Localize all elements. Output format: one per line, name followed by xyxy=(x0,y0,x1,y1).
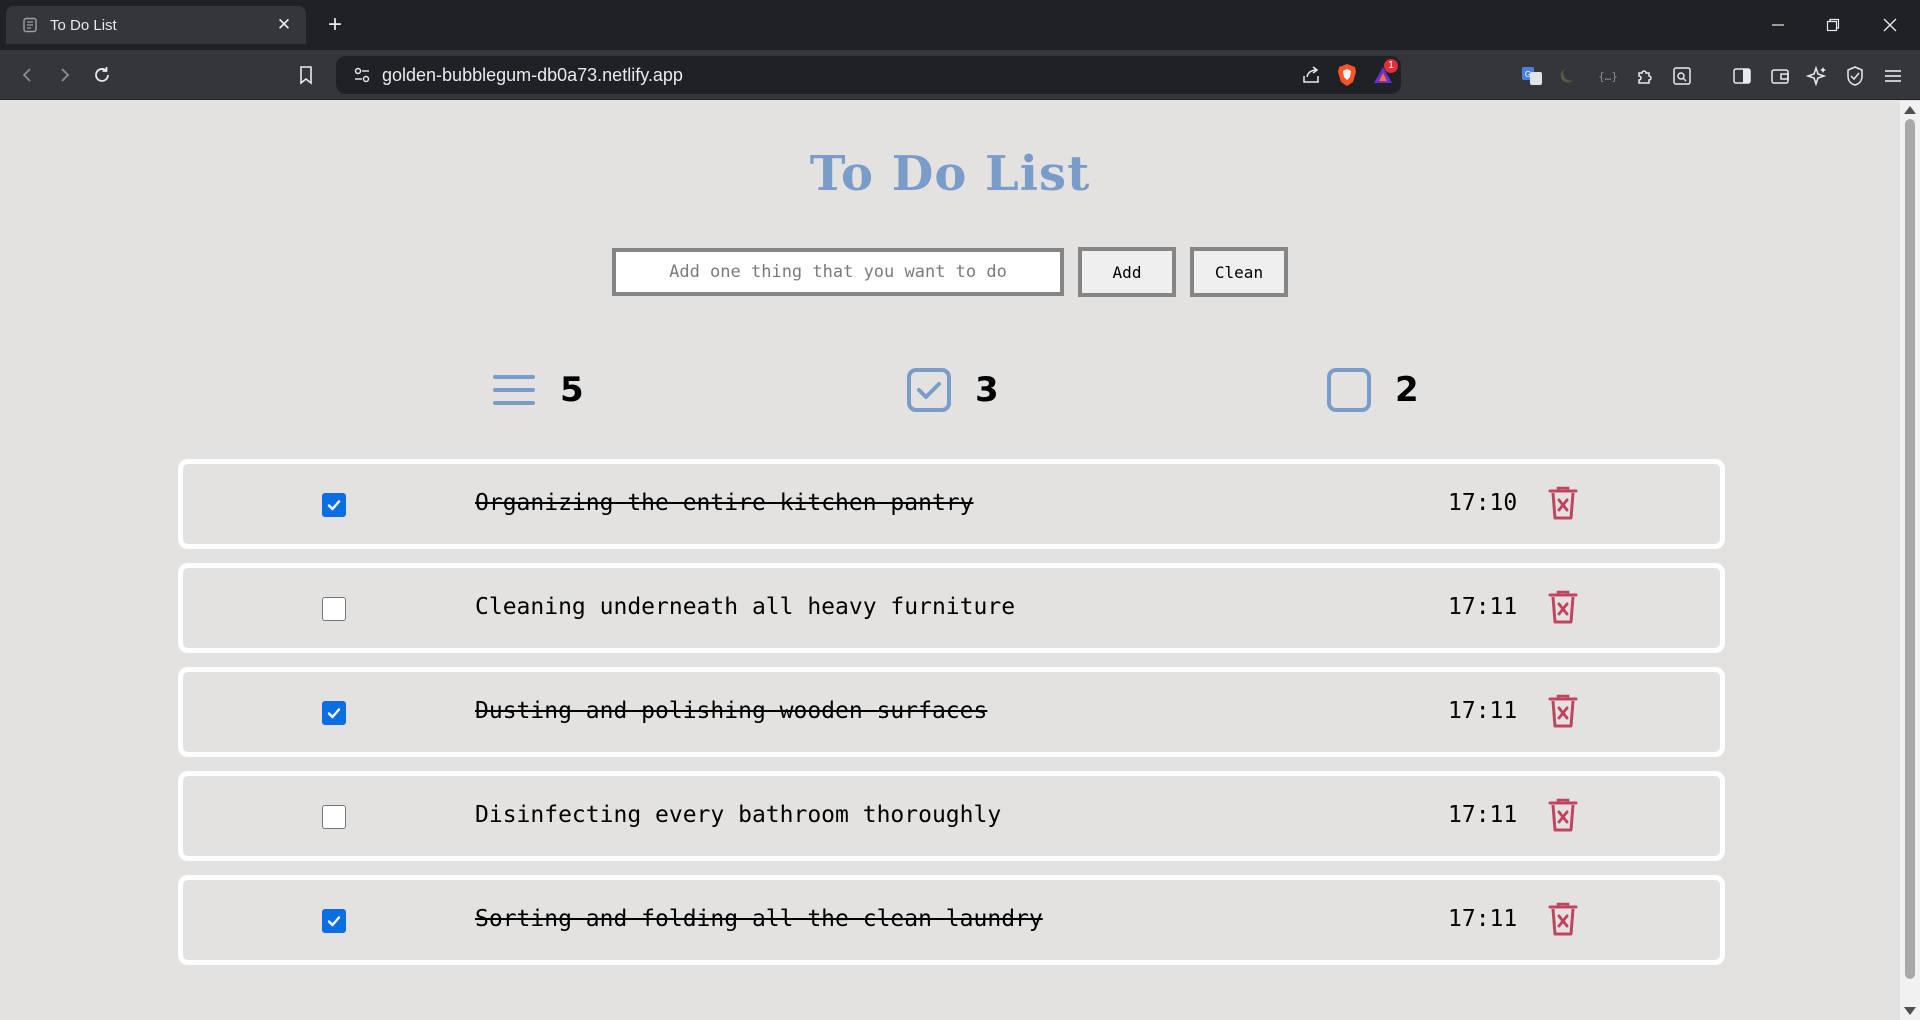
document-icon xyxy=(22,17,38,33)
browser-tab-bar: To Do List ✕ + xyxy=(0,0,1920,50)
delete-icon[interactable] xyxy=(1545,587,1581,627)
address-bar[interactable]: golden-bubblegum-db0a73.netlify.app 1 xyxy=(336,56,1401,94)
task-time: 17:11 xyxy=(1448,698,1518,724)
back-icon[interactable] xyxy=(14,61,42,89)
delete-icon[interactable] xyxy=(1545,795,1581,835)
tab-title: To Do List xyxy=(50,16,117,34)
reload-icon[interactable] xyxy=(88,61,116,89)
scroll-down-icon[interactable] xyxy=(1904,1007,1916,1015)
empty-box-icon xyxy=(1325,366,1373,414)
delete-icon[interactable] xyxy=(1545,899,1581,939)
brave-rewards-icon[interactable]: 1 xyxy=(1365,56,1401,94)
dark-mode-icon[interactable] xyxy=(1555,62,1583,90)
task-text: Disinfecting every bathroom thoroughly xyxy=(475,802,1002,828)
done-count: 3 xyxy=(975,370,999,410)
total-count: 5 xyxy=(560,370,584,410)
task-time: 17:11 xyxy=(1448,594,1518,620)
task-checkbox[interactable] xyxy=(322,909,346,933)
task-time: 17:11 xyxy=(1448,906,1518,932)
task-checkbox[interactable] xyxy=(322,597,346,621)
stat-pending: 2 xyxy=(1325,365,1419,415)
checked-box-icon xyxy=(905,366,953,414)
delete-icon[interactable] xyxy=(1545,691,1581,731)
restore-button[interactable] xyxy=(1813,10,1853,40)
vpn-shield-icon[interactable] xyxy=(1841,62,1869,90)
scroll-up-icon[interactable] xyxy=(1904,106,1916,114)
task-checkbox[interactable] xyxy=(322,493,346,517)
translate-icon[interactable]: G xyxy=(1518,62,1546,90)
task-text: Cleaning underneath all heavy furniture xyxy=(475,594,1016,620)
task-text: Sorting and folding all the clean laundr… xyxy=(475,906,1043,932)
delete-icon[interactable] xyxy=(1545,483,1581,523)
task-checkbox[interactable] xyxy=(322,805,346,829)
code-extension-icon[interactable]: {…} xyxy=(1594,62,1622,90)
clean-button[interactable]: Clean xyxy=(1190,247,1288,297)
svg-text:G: G xyxy=(1525,70,1531,79)
scrollbar[interactable] xyxy=(1900,101,1920,1020)
close-window-button[interactable] xyxy=(1870,10,1910,40)
wallet-icon[interactable] xyxy=(1766,62,1794,90)
pending-count: 2 xyxy=(1395,370,1419,410)
browser-tab[interactable]: To Do List ✕ xyxy=(6,6,306,44)
notification-badge: 1 xyxy=(1384,59,1398,73)
task-input[interactable] xyxy=(612,248,1064,296)
task-time: 17:10 xyxy=(1448,490,1518,516)
task-time: 17:11 xyxy=(1448,802,1518,828)
task-text: Dusting and polishing wooden surfaces xyxy=(475,698,988,724)
share-icon[interactable] xyxy=(1293,56,1329,94)
site-settings-icon[interactable] xyxy=(342,56,382,94)
page-content: To Do List Add Clean 5 3 2 Organizing th… xyxy=(0,101,1900,1020)
stat-total: 5 xyxy=(490,365,584,415)
new-tab-button[interactable]: + xyxy=(322,12,348,38)
task-row: Disinfecting every bathroom thoroughly 1… xyxy=(178,771,1725,861)
stat-done: 3 xyxy=(905,365,999,415)
svg-text:{…}: {…} xyxy=(1598,70,1618,83)
brave-shields-icon[interactable] xyxy=(1329,56,1365,94)
task-row: Organizing the entire kitchen pantry 17:… xyxy=(178,459,1725,549)
sidebar-icon[interactable] xyxy=(1728,62,1756,90)
minimize-button[interactable] xyxy=(1758,10,1798,40)
bookmark-icon[interactable] xyxy=(292,61,320,89)
task-checkbox[interactable] xyxy=(322,701,346,725)
reader-mode-icon[interactable] xyxy=(1668,62,1696,90)
url-text: golden-bubblegum-db0a73.netlify.app xyxy=(382,64,683,85)
extensions-icon[interactable] xyxy=(1632,62,1660,90)
menu-icon[interactable] xyxy=(1879,62,1907,90)
task-row: Sorting and folding all the clean laundr… xyxy=(178,875,1725,965)
close-tab-icon[interactable]: ✕ xyxy=(274,15,294,35)
task-row: Dusting and polishing wooden surfaces 17… xyxy=(178,667,1725,757)
scroll-thumb[interactable] xyxy=(1905,119,1915,979)
list-icon xyxy=(490,366,538,414)
page-title: To Do List xyxy=(809,146,1091,202)
leo-ai-icon[interactable] xyxy=(1803,62,1831,90)
forward-icon[interactable] xyxy=(50,61,78,89)
task-text: Organizing the entire kitchen pantry xyxy=(475,490,974,516)
task-row: Cleaning underneath all heavy furniture … xyxy=(178,563,1725,653)
task-list: Organizing the entire kitchen pantry 17:… xyxy=(178,459,1725,979)
add-button[interactable]: Add xyxy=(1078,247,1176,297)
